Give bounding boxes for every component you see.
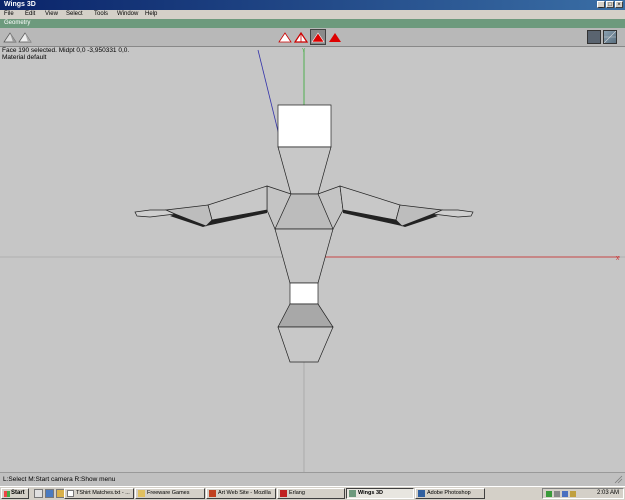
browser-launch-icon[interactable]: [45, 489, 54, 498]
menu-view[interactable]: View: [45, 11, 58, 17]
toolbar: [0, 28, 625, 47]
show-desktop-icon[interactable]: [34, 489, 43, 498]
left-upper-arm[interactable]: [207, 185, 268, 221]
menu-tools[interactable]: Tools: [94, 11, 108, 17]
wireframe-view-icon[interactable]: [18, 32, 32, 43]
menu-select[interactable]: Select: [66, 11, 83, 17]
menu-file[interactable]: File: [4, 11, 14, 17]
menu-help[interactable]: Help: [145, 11, 157, 17]
face-mode-icon[interactable]: [310, 29, 326, 45]
waist[interactable]: [289, 282, 319, 305]
monitor-icon[interactable]: [562, 491, 568, 497]
title-bar: Wings 3D _ □ ×: [0, 0, 625, 10]
pelvis-lower[interactable]: [277, 326, 334, 363]
taskbar-item-erlang[interactable]: Erlang: [277, 488, 345, 499]
mozilla-icon: [209, 490, 216, 497]
3d-viewport[interactable]: Face 190 selected. Midpt 0,0 -3,950331 0…: [0, 47, 625, 472]
start-label: Start: [11, 490, 25, 496]
head-selected-face[interactable]: [277, 104, 332, 148]
folder-icon: [138, 490, 145, 497]
taskbar-item-photoshop[interactable]: Adobe Photoshop: [415, 488, 485, 499]
erlang-icon: [280, 490, 287, 497]
taskbar-item-wings3d[interactable]: Wings 3D: [346, 488, 414, 499]
taskbar-item-tshirt-matches[interactable]: TShirt Matches.txt - ...: [64, 488, 134, 499]
torso[interactable]: [274, 228, 334, 284]
right-hand[interactable]: [431, 209, 474, 218]
grid-icon[interactable]: [603, 30, 617, 44]
perspective-icon[interactable]: [587, 30, 601, 44]
vertex-mode-icon[interactable]: [278, 30, 292, 44]
tray-app-icon[interactable]: [570, 491, 576, 497]
scene[interactable]: Y X: [0, 47, 625, 472]
menu-window[interactable]: Window: [117, 11, 138, 17]
menu-bar: File Edit View Select Tools Window Help: [0, 10, 625, 19]
maximize-button[interactable]: □: [606, 1, 614, 8]
taskbar-item-mozilla[interactable]: Art Web Site - Mozilla: [206, 488, 276, 499]
geometry-window-header: Geometry: [0, 19, 625, 28]
resize-grip-icon[interactable]: [614, 475, 623, 484]
notepad-icon: [67, 490, 74, 497]
photoshop-icon: [418, 490, 425, 497]
wings3d-icon: [349, 490, 356, 497]
menu-edit[interactable]: Edit: [25, 11, 35, 17]
minimize-button[interactable]: _: [597, 1, 605, 8]
window-title: Wings 3D: [4, 1, 36, 8]
geometry-title: Geometry: [4, 20, 31, 26]
body-mode-icon[interactable]: [328, 30, 342, 44]
right-upper-arm[interactable]: [339, 185, 401, 221]
system-tray: 2:03 AM: [542, 488, 624, 499]
mouse-hint: L:Select M:Start camera R:Show menu: [3, 476, 116, 483]
network-icon[interactable]: [546, 491, 552, 497]
edge-mode-icon[interactable]: [293, 30, 309, 44]
view-mode-icons: [3, 32, 32, 43]
close-button[interactable]: ×: [615, 1, 623, 8]
clock: 2:03 AM: [596, 490, 619, 496]
volume-icon[interactable]: [554, 491, 560, 497]
taskbar: Start TShirt Matches.txt - ... Freeware …: [0, 486, 625, 500]
start-button[interactable]: Start: [1, 488, 29, 499]
taskbar-item-freeware-games[interactable]: Freeware Games: [135, 488, 205, 499]
character-model[interactable]: [134, 104, 474, 363]
windows-logo-icon: [4, 491, 10, 497]
pelvis-upper[interactable]: [277, 303, 334, 328]
y-axis-label: Y: [302, 48, 306, 54]
shaded-view-icon[interactable]: [3, 32, 17, 43]
status-bar: L:Select M:Start camera R:Show menu: [0, 472, 625, 486]
left-hand[interactable]: [134, 209, 177, 218]
neck[interactable]: [277, 146, 332, 195]
